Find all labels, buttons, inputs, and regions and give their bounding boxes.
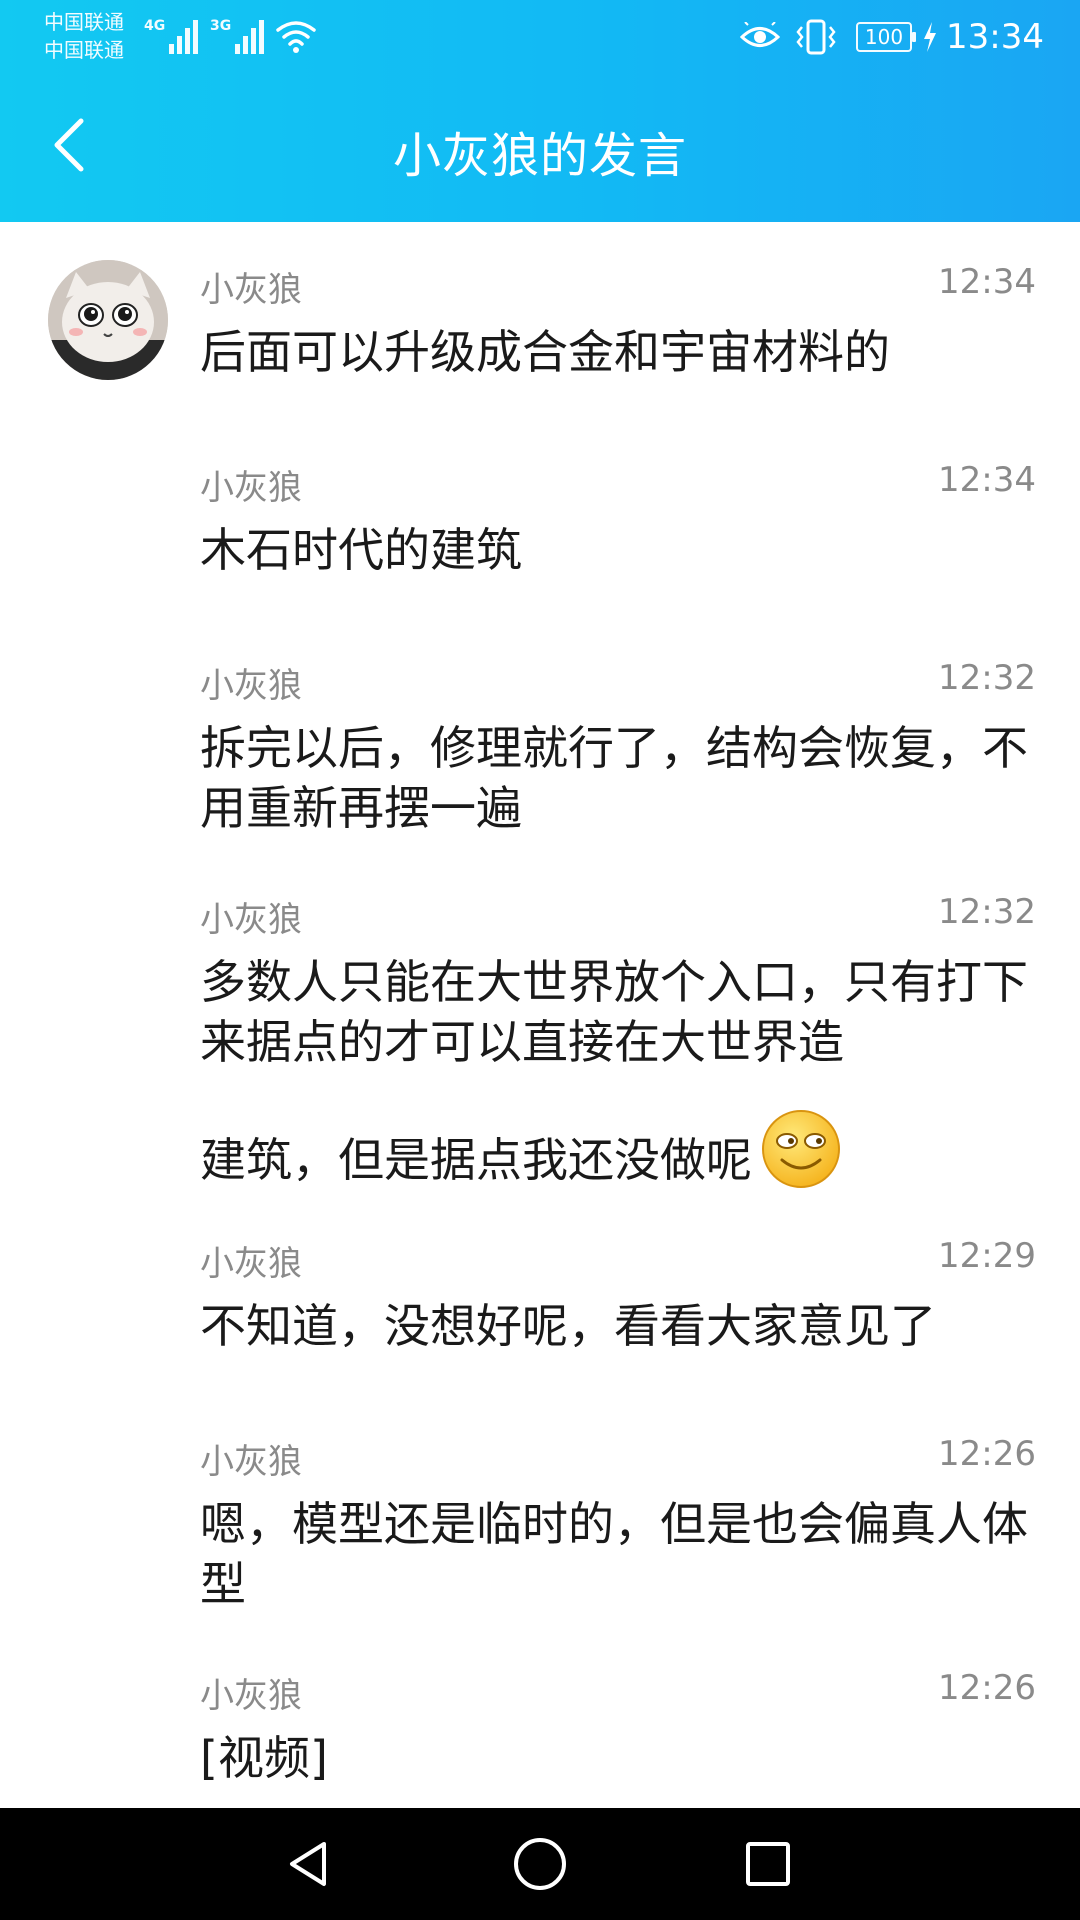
message-time: 12:32	[938, 658, 1036, 698]
message-text-tail: 建筑，但是据点我还没做呢	[200, 1133, 752, 1187]
triangle-back-icon	[290, 1842, 326, 1886]
signal-bars-icon	[235, 14, 267, 54]
message-text: 不知道，没想好呢，看看大家意见了	[200, 1299, 936, 1353]
sender-name: 小灰狼	[200, 900, 302, 940]
charging-bolt-icon	[922, 22, 938, 52]
eye-comfort-icon	[740, 22, 781, 52]
message-header: 小灰狼 12:34	[200, 262, 1036, 310]
sender-name: 小灰狼	[200, 1244, 302, 1284]
signal-bars-icon	[169, 14, 201, 54]
message-list[interactable]: 小灰狼 12:34 后面可以升级成合金和宇宙材料的 小灰狼 12:34 木石时代…	[0, 222, 1080, 1808]
message-time: 12:26	[938, 1434, 1036, 1474]
vibrate-icon	[794, 19, 838, 55]
sender-name: 小灰狼	[200, 1676, 302, 1716]
signal-group-2: 3G	[210, 14, 267, 54]
navigation-bar	[0, 1808, 1080, 1920]
message-text: 木石时代的建筑	[200, 523, 522, 577]
message-item[interactable]: 小灰狼 12:32 多数人只能在大世界放个入口，只有打下来据点的才可以直接在大世…	[0, 852, 1080, 1196]
sender-name: 小灰狼	[200, 270, 302, 310]
message-time: 12:32	[938, 892, 1036, 932]
message-text[interactable]: [视频]	[200, 1728, 1034, 1788]
message-header: 小灰狼 12:26	[200, 1668, 1036, 1716]
message-time: 12:26	[938, 1668, 1036, 1708]
message-text-line: 多数人只能在大世界放个入口，只有打下来据点的才可以直接在大世界造	[200, 955, 1028, 1069]
nav-back-button[interactable]	[268, 1828, 348, 1900]
message-text: 嗯，模型还是临时的，但是也会偏真人体型	[200, 1497, 1028, 1611]
message-time: 12:34	[938, 460, 1036, 500]
message-text: 多数人只能在大世界放个入口，只有打下来据点的才可以直接在大世界造 建筑，但是据点…	[200, 952, 1034, 1190]
nav-recents-button[interactable]	[728, 1828, 808, 1900]
header: 中国联通 中国联通 4G 3G 100 13:34 小灰狼的发言	[0, 0, 1080, 222]
network-type-1: 4G	[144, 18, 166, 34]
app-root: 中国联通 中国联通 4G 3G 100 13:34 小灰狼的发言 小灰狼 12:…	[0, 0, 1080, 1920]
message-item[interactable]: 小灰狼 12:29 不知道，没想好呢，看看大家意见了	[0, 1196, 1080, 1394]
carrier-stack: 中国联通 中国联通	[44, 8, 124, 64]
sender-name: 小灰狼	[200, 666, 302, 706]
message-item[interactable]: 小灰狼 12:34 后面可以升级成合金和宇宙材料的	[0, 222, 1080, 420]
circle-home-icon	[514, 1838, 566, 1890]
cat-avatar-icon[interactable]	[48, 260, 168, 380]
message-item[interactable]: 小灰狼 12:34 木石时代的建筑	[0, 420, 1080, 618]
message-time: 12:34	[938, 262, 1036, 302]
message-header: 小灰狼 12:32	[200, 658, 1036, 706]
message-header: 小灰狼 12:26	[200, 1434, 1036, 1482]
page-title: 小灰狼的发言	[392, 128, 687, 184]
status-right-group: 100 13:34	[726, 12, 1044, 62]
message-header: 小灰狼 12:32	[200, 892, 1036, 940]
sender-name: 小灰狼	[200, 468, 302, 508]
message-item[interactable]: 小灰狼 12:26 [视频]	[0, 1628, 1080, 1808]
message-text: 后面可以升级成合金和宇宙材料的	[200, 325, 890, 379]
message-header: 小灰狼 12:29	[200, 1236, 1036, 1284]
carrier-label-2: 中国联通	[44, 38, 124, 62]
status-bar: 中国联通 中国联通 4G 3G 100 13:34	[0, 0, 1080, 80]
message-header: 小灰狼 12:34	[200, 460, 1036, 508]
battery-level: 100	[864, 25, 904, 49]
carrier-label-1: 中国联通	[44, 10, 124, 34]
network-type-2: 3G	[210, 18, 232, 34]
message-text: 拆完以后，修理就行了，结构会恢复，不用重新再摆一遍	[200, 721, 1028, 835]
smug-face-emoji	[762, 1110, 840, 1188]
sender-name: 小灰狼	[200, 1442, 302, 1482]
title-bar: 小灰狼的发言	[0, 80, 1080, 222]
message-item[interactable]: 小灰狼 12:32 拆完以后，修理就行了，结构会恢复，不用重新再摆一遍	[0, 618, 1080, 852]
message-time: 12:29	[938, 1236, 1036, 1276]
wifi-icon	[276, 21, 316, 53]
signal-group-1: 4G	[144, 14, 201, 54]
message-item[interactable]: 小灰狼 12:26 嗯，模型还是临时的，但是也会偏真人体型	[0, 1394, 1080, 1628]
nav-home-button[interactable]	[500, 1828, 580, 1900]
square-recents-icon	[746, 1842, 790, 1886]
battery-indicator: 100	[856, 22, 917, 52]
message-text-line: 建筑，但是据点我还没做呢	[200, 1108, 1034, 1190]
status-clock: 13:34	[946, 17, 1044, 57]
